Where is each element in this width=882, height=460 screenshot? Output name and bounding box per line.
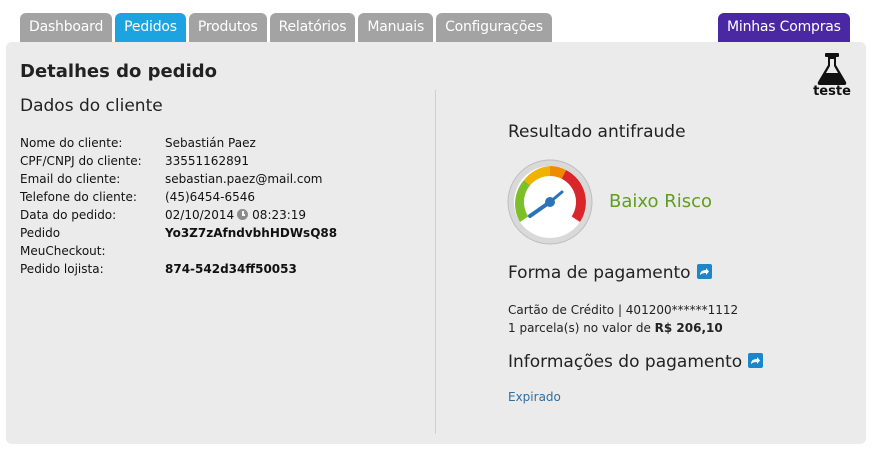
client-cpf-value: 33551162891 [165, 154, 249, 168]
order-date-value: 02/10/2014 08:23:19 [165, 206, 306, 224]
client-name-label: Nome do cliente: [20, 136, 123, 150]
payment-amount: R$ 206,10 [654, 321, 723, 335]
client-phone-label: Telefone do cliente: [20, 190, 137, 204]
store-order-label: Pedido lojista: [20, 262, 104, 276]
order-time: 08:23:19 [252, 208, 307, 222]
client-section-title: Dados do cliente [20, 96, 163, 116]
test-mode-label: teste [813, 84, 851, 99]
client-email-value: sebastian.paez@mail.com [165, 172, 323, 186]
tab-dashboard[interactable]: Dashboard [20, 13, 113, 42]
store-order-value: 874-542d34ff50053 [165, 262, 297, 276]
client-email-label: Email do cliente: [20, 172, 121, 186]
order-id-value: Yo3Z7zAfndvbhHDWsQ88 [165, 226, 338, 240]
payment-method-title-text: Forma de pagamento [508, 263, 691, 283]
antifraud-result: Baixo Risco [609, 191, 713, 212]
order-details-panel: Detalhes do pedido teste Dados do client… [6, 42, 866, 444]
tab-produtos[interactable]: Produtos [188, 13, 267, 42]
share-icon[interactable] [748, 353, 764, 368]
order-date-label: Data do pedido: [20, 208, 117, 222]
tab-minhas-compras[interactable]: Minhas Compras [718, 13, 850, 42]
clock-icon [237, 209, 249, 220]
test-mode-badge: teste [811, 52, 853, 99]
client-cpf-label: CPF/CNPJ do cliente: [20, 154, 142, 168]
payment-installments-text: 1 parcela(s) no valor de [508, 321, 655, 335]
order-id-label: Pedido [20, 226, 61, 240]
share-icon[interactable] [696, 264, 712, 279]
payment-info-title: Informações do pagamento [508, 352, 764, 372]
order-date: 02/10/2014 [165, 208, 235, 222]
order-id-label-cont: MeuCheckout: [20, 244, 106, 258]
tab-manuais[interactable]: Manuais [358, 13, 434, 42]
client-phone-value: (45)6454-6546 [165, 190, 256, 204]
payment-info-title-text: Informações do pagamento [508, 352, 743, 372]
payment-status-link[interactable]: Expirado [508, 390, 561, 404]
flask-icon [817, 53, 847, 85]
tab-configuracoes[interactable]: Configurações [436, 13, 552, 42]
antifraud-title: Resultado antifraude [508, 122, 686, 142]
risk-gauge-icon [507, 159, 593, 245]
main-nav-tabs: Dashboard Pedidos Produtos Relatórios Ma… [20, 13, 555, 43]
tab-relatorios[interactable]: Relatórios [269, 13, 356, 42]
page-title: Detalhes do pedido [20, 61, 217, 82]
payment-method-title: Forma de pagamento [508, 263, 712, 283]
client-name-value: Sebastián Paez [165, 136, 256, 150]
payment-installments: 1 parcela(s) no valor de R$ 206,10 [508, 321, 723, 335]
tab-pedidos[interactable]: Pedidos [115, 13, 186, 42]
column-divider [435, 90, 436, 434]
payment-card-line: Cartão de Crédito | 401200******1112 [508, 303, 739, 317]
